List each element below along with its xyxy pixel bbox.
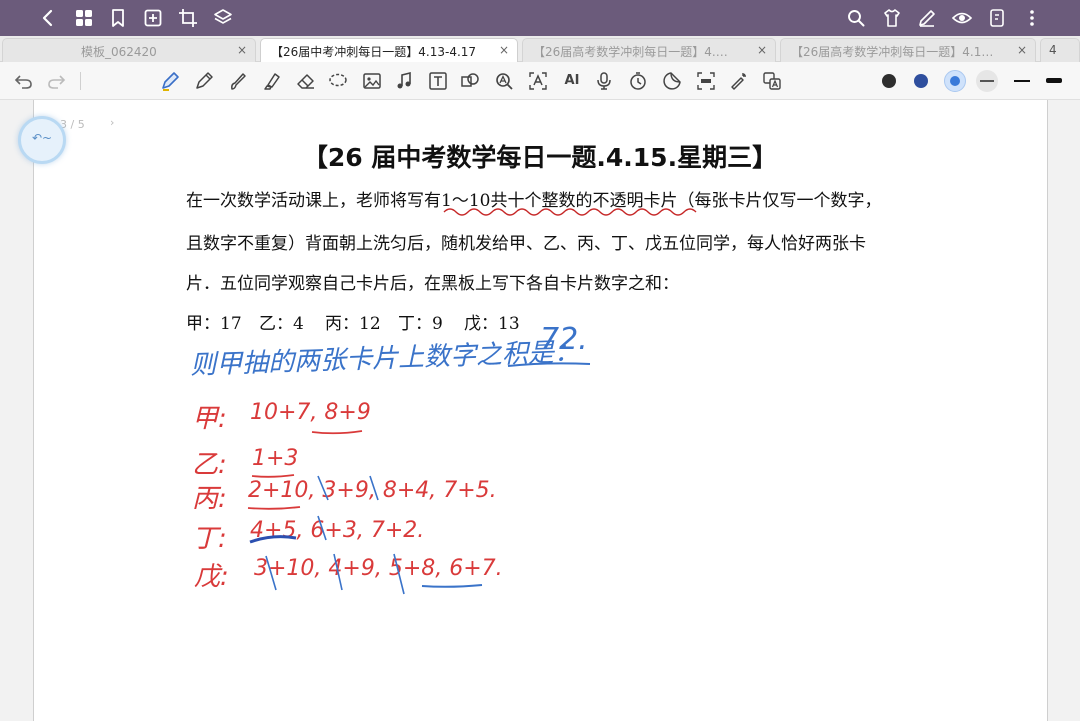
strike-marks bbox=[265, 475, 405, 595]
note-app: 模板_062420 × 【26届中考冲刺每日一题】4.13-4.17 × 【26… bbox=[0, 0, 1080, 721]
